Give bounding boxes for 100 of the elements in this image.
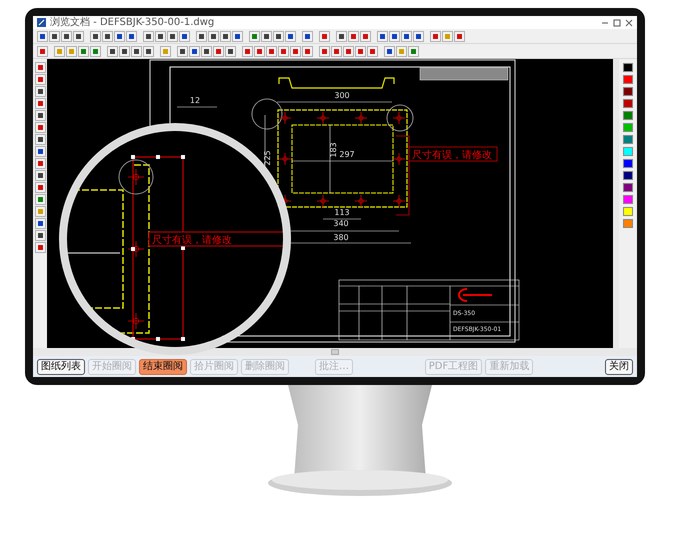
toolbar-icon[interactable] <box>249 30 260 42</box>
toolbar-icon[interactable] <box>34 74 46 85</box>
grip-handle[interactable] <box>156 155 160 159</box>
toolbar-icon[interactable] <box>266 46 277 56</box>
color-swatch[interactable] <box>623 195 633 204</box>
toolbar-icon[interactable] <box>377 30 388 42</box>
color-swatch[interactable] <box>623 207 633 216</box>
toolbar-icon[interactable] <box>126 30 137 42</box>
toolbar-icon[interactable] <box>430 30 441 42</box>
toolbar-icon[interactable] <box>261 30 272 42</box>
toolbar-icon[interactable] <box>254 46 265 56</box>
toolbar-icon[interactable] <box>34 134 46 145</box>
toolbar-icon[interactable] <box>90 46 101 56</box>
dimension-value: 113 <box>334 208 350 217</box>
toolbar-icon[interactable] <box>90 30 101 42</box>
toolbar-icon[interactable] <box>302 46 313 56</box>
toolbar-icon[interactable] <box>49 30 60 42</box>
toolbar-icon[interactable] <box>155 30 166 42</box>
toolbar-button[interactable]: 结束圈阅 <box>139 358 187 374</box>
toolbar-icon[interactable] <box>454 30 465 42</box>
color-swatch[interactable] <box>623 135 633 144</box>
toolbar-icon[interactable] <box>34 242 46 253</box>
toolbar-icon[interactable] <box>225 46 236 56</box>
toolbar-icon[interactable] <box>242 46 253 56</box>
toolbar-icon[interactable] <box>336 30 347 42</box>
grip-handle[interactable] <box>131 247 135 251</box>
toolbar-icon[interactable] <box>131 46 142 56</box>
toolbar-icon[interactable] <box>331 46 342 56</box>
toolbar-icon[interactable] <box>34 98 46 109</box>
toolbar-icon[interactable] <box>401 30 412 42</box>
toolbar-icon[interactable] <box>34 170 46 181</box>
color-swatch[interactable] <box>623 63 633 72</box>
color-swatch[interactable] <box>623 147 633 156</box>
toolbar-icon[interactable] <box>177 46 188 56</box>
toolbar-icon[interactable] <box>34 86 46 97</box>
color-swatch[interactable] <box>623 219 633 228</box>
toolbar-icon[interactable] <box>285 30 296 42</box>
color-swatch[interactable] <box>623 87 633 96</box>
toolbar-icon[interactable] <box>107 46 118 56</box>
toolbar-icon[interactable] <box>348 30 359 42</box>
color-swatch[interactable] <box>623 99 633 108</box>
toolbar-icon[interactable] <box>343 46 354 56</box>
toolbar-icon[interactable] <box>319 30 330 42</box>
hole-mark <box>278 112 292 124</box>
toolbar-icon[interactable] <box>302 30 313 42</box>
close-icon[interactable] <box>625 18 633 26</box>
toolbar-icon[interactable] <box>319 46 330 56</box>
toolbar-icon[interactable] <box>179 30 190 42</box>
toolbar-icon[interactable] <box>61 30 72 42</box>
toolbar-icon[interactable] <box>73 30 84 42</box>
color-swatch[interactable] <box>623 123 633 132</box>
toolbar-icon[interactable] <box>143 30 154 42</box>
toolbar-icon[interactable] <box>213 46 224 56</box>
toolbar-icon[interactable] <box>37 46 48 56</box>
toolbar-icon[interactable] <box>119 46 130 56</box>
toolbar-icon[interactable] <box>34 218 46 229</box>
toolbar-icon[interactable] <box>189 46 200 56</box>
toolbar-icon[interactable] <box>232 30 243 42</box>
toolbar-button[interactable]: 图纸列表 <box>37 358 85 374</box>
toolbar-icon[interactable] <box>34 194 46 205</box>
color-swatch[interactable] <box>623 171 633 180</box>
toolbar-icon[interactable] <box>360 30 371 42</box>
toolbar-icon[interactable] <box>273 30 284 42</box>
toolbar-icon[interactable] <box>355 46 366 56</box>
toolbar-icon[interactable] <box>34 146 46 157</box>
toolbar-icon[interactable] <box>34 158 46 169</box>
toolbar-icon[interactable] <box>384 46 395 56</box>
toolbar-icon[interactable] <box>34 122 46 133</box>
toolbar-icon[interactable] <box>34 110 46 121</box>
maximize-icon[interactable] <box>613 18 621 26</box>
toolbar-icon[interactable] <box>34 182 46 193</box>
color-swatch[interactable] <box>623 159 633 168</box>
grip-handle[interactable] <box>156 337 160 341</box>
toolbar-icon[interactable] <box>34 230 46 241</box>
color-swatch[interactable] <box>623 183 633 192</box>
grip-handle[interactable] <box>131 337 135 341</box>
toolbar-button[interactable]: 关闭 <box>605 358 634 374</box>
toolbar-icon[interactable] <box>114 30 125 42</box>
toolbar-icon[interactable] <box>290 46 301 56</box>
toolbar-icon[interactable] <box>413 30 424 42</box>
toolbar-icon[interactable] <box>220 30 231 42</box>
grip-handle[interactable] <box>131 155 135 159</box>
grip-handle[interactable] <box>181 337 185 341</box>
toolbar-icon[interactable] <box>208 30 219 42</box>
toolbar-icon[interactable] <box>102 30 113 42</box>
grip-handle[interactable] <box>181 155 185 159</box>
toolbar-icon[interactable] <box>167 30 178 42</box>
toolbar-icon[interactable] <box>389 30 400 42</box>
scrollbar-thumb[interactable] <box>331 349 339 355</box>
toolbar-icon[interactable] <box>201 46 212 56</box>
toolbar-icon[interactable] <box>34 62 46 73</box>
toolbar-icon[interactable] <box>278 46 289 56</box>
toolbar-icon[interactable] <box>37 30 48 42</box>
color-swatch[interactable] <box>623 111 633 120</box>
toolbar-icon[interactable] <box>196 30 207 42</box>
toolbar-icon[interactable] <box>78 46 89 56</box>
toolbar-icon[interactable] <box>367 46 378 56</box>
color-swatch[interactable] <box>623 75 633 84</box>
toolbar-icon[interactable] <box>143 46 154 56</box>
toolbar-icon[interactable] <box>408 46 419 56</box>
